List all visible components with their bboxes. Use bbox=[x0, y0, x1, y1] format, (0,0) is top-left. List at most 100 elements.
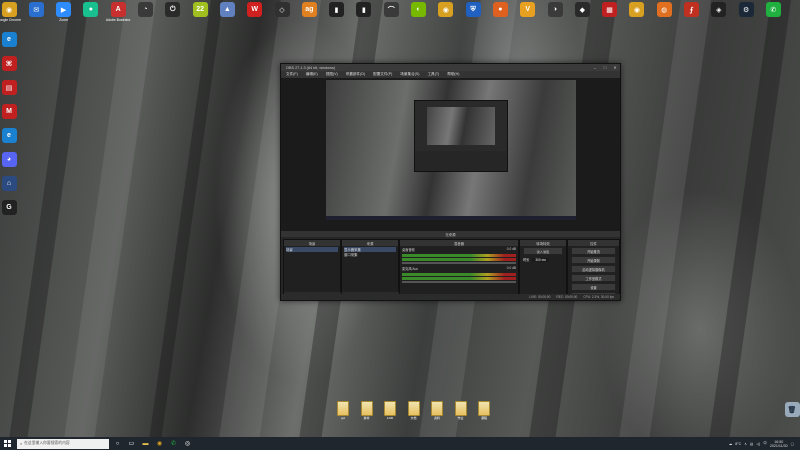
docks-header: 无来源 bbox=[281, 231, 620, 237]
obs-menu-item[interactable]: 停靠部件(D) bbox=[346, 72, 365, 77]
mixer-list: 桌面音频 0.0 dB 麦克风/Aux 0.0 dB bbox=[400, 246, 518, 283]
source-item[interactable]: 窗口采集 bbox=[344, 252, 396, 257]
scenes-list: 场景 bbox=[284, 246, 340, 253]
desktop-shortcut[interactable]: e bbox=[0, 32, 26, 48]
ag-icon: ag bbox=[301, 2, 317, 17]
network-icon[interactable]: ▤ bbox=[750, 442, 753, 446]
obs-menu-item[interactable]: 帮助(H) bbox=[447, 72, 459, 77]
task-view-icon[interactable]: ▭ bbox=[126, 438, 137, 449]
volume-slider[interactable] bbox=[402, 281, 516, 283]
file-icon bbox=[337, 401, 349, 416]
desktop-shortcut[interactable]: ▤ bbox=[0, 80, 26, 96]
chevron-up-icon[interactable]: ∧ bbox=[744, 442, 747, 446]
mixer-dock: 混音器 桌面音频 0.0 dB 麦克风/Aux 0.0 dB bbox=[399, 239, 519, 299]
obs-menu-item[interactable]: 工具(T) bbox=[427, 72, 439, 77]
mountain-icon: ▲ bbox=[219, 2, 235, 17]
duration-row: 时长 300 ms bbox=[520, 256, 566, 263]
discord-icon: ◕ bbox=[1, 152, 17, 167]
obs-taskbar-icon[interactable]: ◎ bbox=[182, 438, 193, 449]
obs-menubar: 文件(F) 编辑(E) 视图(V) 停靠部件(D) 配置文件(P) 场景集合(S) 工具(T… bbox=[281, 71, 620, 78]
wps-icon: W bbox=[247, 2, 263, 17]
maximize-icon[interactable]: □ bbox=[600, 65, 610, 70]
obs-control-button[interactable]: 设置 bbox=[571, 283, 616, 291]
desktop-shortcut[interactable]: ⌘ bbox=[0, 56, 26, 72]
status-text: LIVE: 00:00:00 bbox=[529, 295, 551, 299]
desktop-shortcut[interactable]: ✆ bbox=[756, 2, 790, 18]
print-icon: ▤ bbox=[1, 80, 17, 95]
chrome-icon[interactable]: ◉ bbox=[154, 438, 165, 449]
clock[interactable]: 16:50 2021/11/30 bbox=[770, 440, 788, 448]
clock-date: 2021/11/30 bbox=[769, 443, 788, 448]
obs-menu-item[interactable]: 编辑(E) bbox=[306, 72, 318, 77]
close-icon[interactable]: ✕ bbox=[610, 65, 620, 70]
desktop-file-label: 文档 bbox=[410, 416, 417, 420]
rock-highlight bbox=[616, 0, 714, 437]
desktop-file[interactable]: ppt bbox=[335, 401, 351, 420]
bar-chart-icon: ▮ bbox=[329, 2, 345, 17]
illustrator-icon: A bbox=[110, 2, 126, 17]
weather-icon[interactable]: ☁ bbox=[729, 442, 733, 446]
obs-control-button[interactable]: 启动虚拟摄像机 bbox=[571, 265, 616, 273]
volume-icon[interactable]: ◁) bbox=[756, 442, 760, 446]
desktop-shortcut[interactable]: e bbox=[0, 128, 26, 144]
volume-meter bbox=[402, 273, 516, 276]
file-icon bbox=[384, 401, 396, 416]
search-icon: ⌕ bbox=[20, 441, 23, 446]
circle-app-icon: ● bbox=[83, 2, 99, 17]
windows-icon bbox=[3, 440, 11, 447]
desktop-file[interactable]: 文档 bbox=[406, 401, 422, 420]
notification-icon[interactable]: ▢ bbox=[791, 442, 794, 446]
desktop-file-label: ppt bbox=[340, 416, 346, 420]
obs-menu-item[interactable]: 配置文件(P) bbox=[373, 72, 392, 77]
desktop-file[interactable]: 课程 bbox=[476, 401, 492, 420]
desktop-shortcut[interactable]: ⌂ bbox=[0, 176, 26, 192]
desktop-shortcut-label: Google Chrome bbox=[0, 18, 21, 22]
volume-meter bbox=[402, 277, 516, 280]
obs-menu-item[interactable]: 视图(V) bbox=[326, 72, 338, 77]
zoom-icon: ▶ bbox=[56, 2, 72, 17]
rock-shadow bbox=[706, 0, 794, 437]
desktop-shortcut[interactable]: G bbox=[0, 200, 26, 216]
wechat-icon[interactable]: ✆ bbox=[168, 438, 179, 449]
mcafee-icon: M bbox=[1, 104, 17, 119]
shield-icon: ◇ bbox=[274, 2, 290, 17]
file-icon bbox=[478, 401, 490, 416]
desktop-file-label: 素材 bbox=[363, 416, 370, 420]
obs-control-button[interactable]: 开始录制 bbox=[571, 256, 616, 264]
obs-control-button[interactable]: 开始推流 bbox=[571, 247, 616, 255]
taskbar-search-input[interactable]: ⌕ 在这里输入你要搜索的内容 bbox=[17, 438, 109, 449]
mixer-channel: 麦克风/Aux 0.0 dB bbox=[400, 265, 518, 283]
wechat-icon: ✆ bbox=[765, 2, 781, 17]
obs-docks: 无来源 场景 场景 + − ∧ ∨ 来源 显示器采集窗口采集 + − ⚙ ∧ ∨… bbox=[281, 231, 620, 300]
desktop-file[interactable]: 1130 bbox=[382, 401, 398, 420]
desktop-shortcut-label: Adobe Illustrator bbox=[105, 18, 131, 22]
desktop-file[interactable]: 作业 bbox=[453, 401, 469, 420]
orange-icon: ● bbox=[492, 2, 508, 17]
obs-window[interactable]: OBS 27.1.3 (64 bit, windows) – □ ✕ 文件(F)… bbox=[280, 63, 621, 301]
22-icon: 22 bbox=[192, 2, 208, 17]
obs-titlebar[interactable]: OBS 27.1.3 (64 bit, windows) – □ ✕ bbox=[281, 64, 620, 71]
network-icon: ⌂ bbox=[1, 176, 17, 191]
scene-item[interactable]: 场景 bbox=[286, 247, 338, 252]
obs-menu-item[interactable]: 文件(F) bbox=[286, 72, 298, 77]
desktop-file[interactable]: 资料 bbox=[429, 401, 445, 420]
transition-select[interactable]: 淡入淡出 bbox=[523, 247, 563, 255]
file-icon bbox=[407, 401, 420, 416]
system-tray: ☁ 8°C ∧ ▤ ◁) 中 16:50 2021/11/30 ▢ bbox=[729, 440, 800, 448]
desktop-shortcut[interactable]: ◕ bbox=[0, 152, 26, 168]
obs-control-button[interactable]: 工作室模式 bbox=[571, 274, 616, 282]
desktop-shortcut[interactable]: M bbox=[0, 104, 26, 120]
file-explorer-icon[interactable]: ▬ bbox=[140, 438, 151, 449]
cortana-icon[interactable]: ○ bbox=[112, 438, 123, 449]
desktop-file-label: 课程 bbox=[480, 416, 487, 420]
recycle-bin[interactable]: 🗑 bbox=[775, 402, 800, 417]
start-button[interactable] bbox=[0, 437, 14, 450]
input-language[interactable]: 中 bbox=[763, 441, 767, 446]
clock-icon: ◔ bbox=[138, 2, 153, 17]
volume-slider[interactable] bbox=[402, 262, 516, 264]
nested-taskbar bbox=[326, 216, 576, 220]
obs-menu-item[interactable]: 场景集合(S) bbox=[400, 72, 419, 77]
desktop-file[interactable]: 素材 bbox=[359, 401, 375, 420]
minimize-icon[interactable]: – bbox=[590, 65, 600, 70]
duration-input[interactable]: 300 ms bbox=[532, 257, 549, 262]
